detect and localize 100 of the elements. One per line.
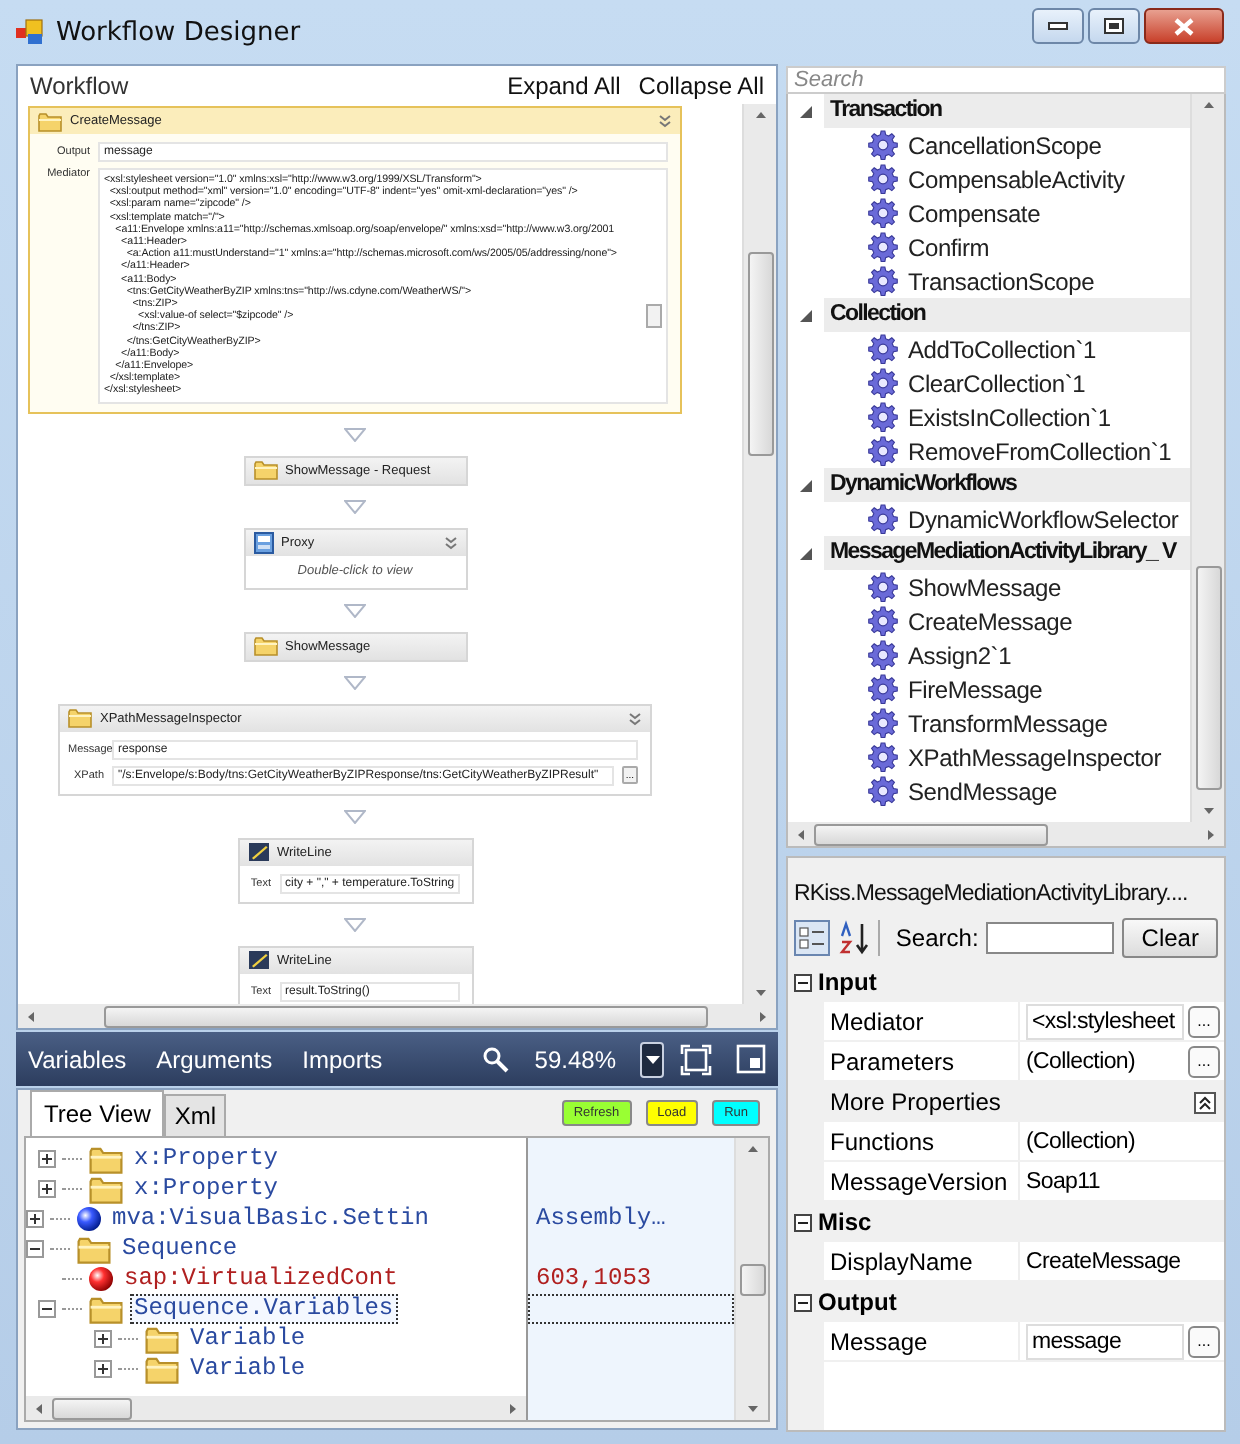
ellipsis-button[interactable]: ...: [1188, 1045, 1220, 1077]
toolbox-item[interactable]: CreateMessage: [908, 607, 1073, 635]
tab[interactable]: Xml: [164, 1094, 227, 1136]
toolbar-tab[interactable]: Imports: [302, 1045, 383, 1073]
property-value-field[interactable]: <xsl:stylesheet: [1026, 1003, 1184, 1039]
expand-icon[interactable]: [26, 1210, 44, 1228]
scroll-arrow-icon[interactable]: [755, 110, 765, 120]
toolbox-item[interactable]: CompensableActivity: [908, 165, 1125, 193]
toolbar-tab[interactable]: Arguments: [156, 1045, 273, 1073]
category-header[interactable]: Transaction: [824, 94, 1190, 128]
toolbox-item[interactable]: Assign2`1: [908, 641, 1012, 669]
tree-node[interactable]: Variable: [186, 1354, 310, 1384]
vertical-scrollbar[interactable]: [1190, 94, 1224, 822]
horizontal-scrollbar[interactable]: [18, 1004, 776, 1028]
zoom-dropdown[interactable]: [640, 1041, 664, 1077]
toolbox-item[interactable]: Confirm: [908, 233, 990, 261]
category-header[interactable]: DynamicWorkflows: [824, 468, 1190, 502]
collapse-icon[interactable]: [794, 1293, 812, 1311]
collapse-icon[interactable]: [794, 1213, 812, 1231]
tab[interactable]: Tree View: [30, 1090, 165, 1136]
chevron-icon[interactable]: [658, 114, 672, 128]
scroll-thumb[interactable]: [747, 252, 773, 456]
scroll-arrow-icon[interactable]: [755, 988, 765, 998]
category-header[interactable]: Input: [818, 968, 877, 996]
toolbox-item[interactable]: Compensate: [908, 199, 1041, 227]
expand-icon[interactable]: [38, 1150, 56, 1168]
ellipsis-button[interactable]: ...: [1188, 1005, 1220, 1037]
scroll-arrow-icon[interactable]: [26, 1011, 36, 1021]
scroll-arrow-icon[interactable]: [758, 1011, 768, 1021]
minimize-button[interactable]: [1032, 8, 1084, 44]
collapse-icon[interactable]: [800, 479, 812, 491]
toolbox-item[interactable]: DynamicWorkflowSelector: [908, 505, 1179, 533]
vertical-scrollbar[interactable]: [734, 1138, 768, 1420]
scroll-arrow-icon[interactable]: [747, 1144, 757, 1154]
ellipsis-button[interactable]: ...: [1188, 1325, 1220, 1357]
collapse-icon[interactable]: [794, 973, 812, 991]
fit-to-screen-icon[interactable]: [680, 1043, 712, 1075]
toolbar-link[interactable]: Collapse All: [638, 71, 764, 99]
scroll-thumb[interactable]: [104, 1005, 708, 1027]
scroll-arrow-icon[interactable]: [747, 1404, 757, 1414]
scroll-thumb[interactable]: [52, 1397, 132, 1419]
scroll-thumb[interactable]: [646, 303, 662, 328]
category-header[interactable]: Misc: [818, 1208, 872, 1236]
tree-node[interactable]: sap:VirtualizedCont: [120, 1264, 402, 1294]
maximize-button[interactable]: [1088, 8, 1140, 44]
tree-node[interactable]: mva:VisualBasic.Settin: [108, 1204, 433, 1234]
category-header[interactable]: Collection: [824, 298, 1190, 332]
toolbox-item[interactable]: SendMessage: [908, 777, 1058, 805]
close-button[interactable]: [1144, 8, 1224, 44]
expand-icon[interactable]: [94, 1330, 112, 1348]
tree-node[interactable]: x:Property: [130, 1174, 283, 1204]
toolbar-tab[interactable]: Variables: [28, 1045, 127, 1073]
expand-icon[interactable]: [94, 1360, 112, 1378]
toolbox-item[interactable]: FireMessage: [908, 675, 1043, 703]
toolbar-link[interactable]: Expand All: [507, 71, 621, 99]
categorized-view-icon[interactable]: [794, 920, 830, 956]
scroll-arrow-icon[interactable]: [1203, 100, 1213, 110]
scroll-arrow-icon[interactable]: [796, 829, 806, 839]
collapse-icon[interactable]: [800, 547, 812, 559]
category-header[interactable]: Output: [818, 1288, 897, 1316]
tree-node[interactable]: Variable: [186, 1324, 310, 1354]
toolbox-item[interactable]: TransformMessage: [908, 709, 1108, 737]
scroll-thumb[interactable]: [739, 1263, 765, 1295]
expand-icon[interactable]: [38, 1180, 56, 1198]
search-field[interactable]: Search: [786, 66, 1226, 94]
toolbox-item[interactable]: ExistsInCollection`1: [908, 403, 1111, 431]
chevron-icon[interactable]: [628, 711, 642, 726]
search-icon[interactable]: [482, 1045, 511, 1073]
toolbox-item[interactable]: TransactionScope: [908, 267, 1095, 295]
toolbox-item[interactable]: AddToCollection`1: [908, 335, 1096, 363]
category-header[interactable]: MessageMediationActivityLibrary_ V: [824, 536, 1190, 570]
search-field[interactable]: [986, 922, 1115, 954]
scroll-arrow-icon[interactable]: [1203, 806, 1213, 816]
horizontal-scrollbar[interactable]: [26, 1396, 526, 1420]
collapse-icon[interactable]: [800, 309, 812, 321]
tree-node[interactable]: Sequence.Variables: [130, 1294, 398, 1324]
tree-node[interactable]: Sequence: [118, 1234, 242, 1264]
scroll-arrow-icon[interactable]: [508, 1403, 518, 1413]
collapse-icon[interactable]: [26, 1240, 44, 1258]
activity-card[interactable]: [28, 106, 682, 414]
toolbox-item[interactable]: ClearCollection`1: [908, 369, 1086, 397]
tree-node[interactable]: x:Property: [130, 1144, 283, 1174]
toolbox-item[interactable]: XPathMessageInspector: [908, 743, 1162, 771]
sort-alphabetical-icon[interactable]: [838, 920, 870, 956]
scroll-thumb[interactable]: [1195, 566, 1221, 790]
scroll-thumb[interactable]: [814, 823, 1048, 845]
collapse-icon[interactable]: [800, 105, 812, 117]
toolbox-item[interactable]: CancellationScope: [908, 131, 1102, 159]
clear-button[interactable]: Clear: [1122, 918, 1218, 958]
scroll-arrow-icon[interactable]: [34, 1403, 44, 1413]
collapse-icon[interactable]: [38, 1300, 56, 1318]
overview-icon[interactable]: [736, 1044, 766, 1074]
toolbox-item[interactable]: ShowMessage: [908, 573, 1062, 601]
vertical-scrollbar[interactable]: [742, 104, 776, 1004]
scroll-arrow-icon[interactable]: [1206, 829, 1216, 839]
collapse-icon[interactable]: [1194, 1091, 1216, 1113]
chevron-icon[interactable]: [443, 535, 457, 550]
property-value-field[interactable]: message: [1026, 1323, 1184, 1359]
toolbox-item[interactable]: RemoveFromCollection`1: [908, 437, 1172, 465]
horizontal-scrollbar[interactable]: [788, 822, 1224, 846]
